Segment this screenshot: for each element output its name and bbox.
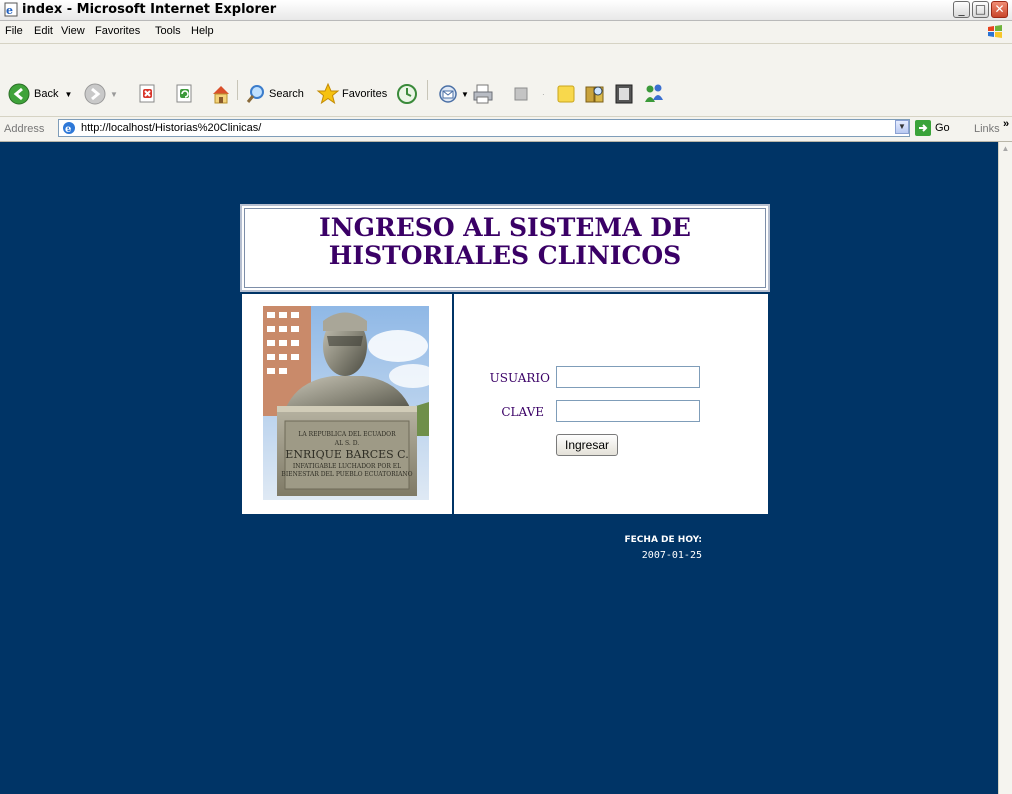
address-label: Address xyxy=(4,123,45,135)
minimize-button[interactable]: _ xyxy=(953,1,970,18)
toolbar xyxy=(0,44,1012,116)
photo-panel: LA REPUBLICA DEL ECUADOR AL S. D. ENRIQU… xyxy=(242,294,452,514)
home-icon xyxy=(213,86,229,104)
stop-icon xyxy=(139,84,155,103)
usuario-label: USUARIO xyxy=(489,371,550,385)
toolbar-overflow-icon[interactable]: » xyxy=(1003,118,1009,130)
login-panel: USUARIO CLAVE Ingresar xyxy=(454,294,768,514)
window-title: index - Microsoft Internet Explorer xyxy=(22,2,277,17)
forward-arrow-icon xyxy=(84,83,106,105)
menu-tools[interactable]: Tools xyxy=(155,25,181,37)
scroll-up-arrow-icon[interactable]: ▲ xyxy=(999,142,1012,156)
plaque-line3: ENRIQUE BARCES C. xyxy=(285,448,408,461)
vertical-scrollbar[interactable]: ▲ xyxy=(998,142,1012,794)
windows-logo-icon xyxy=(988,25,1002,38)
back-button[interactable]: Back ▼ xyxy=(8,83,72,105)
print-button[interactable] xyxy=(472,83,494,105)
refresh-icon xyxy=(176,84,192,103)
messenger-button[interactable] xyxy=(613,83,635,105)
research-icon xyxy=(585,86,604,103)
refresh-button[interactable] xyxy=(175,84,195,104)
back-dropdown-icon[interactable]: ▼ xyxy=(64,90,72,99)
page-title-line2: HISTORIALES CLINICOS xyxy=(328,241,682,270)
address-dropdown-button[interactable]: ▼ xyxy=(895,120,909,134)
toolbar-separator xyxy=(427,80,428,100)
media-icon xyxy=(615,84,633,104)
svg-text:e: e xyxy=(6,4,13,17)
menu-bar: File Edit View Favorites Tools Help xyxy=(0,21,1012,44)
plaque-line4: INFATIGABLE LUCHADOR POR EL xyxy=(293,463,401,470)
edit-icon xyxy=(514,87,528,101)
plaque-line2: AL S. D. xyxy=(334,440,360,447)
menu-help[interactable]: Help xyxy=(191,25,214,37)
history-icon xyxy=(397,84,417,104)
date-label: FECHA DE HOY: xyxy=(624,535,702,545)
msn-people-icon xyxy=(645,84,663,102)
go-arrow-icon xyxy=(915,120,931,136)
clave-input[interactable] xyxy=(556,400,700,422)
forward-button[interactable]: ▼ xyxy=(84,83,118,105)
history-button[interactable] xyxy=(396,83,418,105)
window-title-bar: e index - Microsoft Internet Explorer _ … xyxy=(0,0,1012,21)
research-button[interactable] xyxy=(584,83,606,105)
menu-favorites[interactable]: Favorites xyxy=(95,25,140,37)
maximize-button[interactable]: □ xyxy=(972,1,989,18)
msn-button[interactable] xyxy=(642,82,666,106)
favorites-button[interactable]: Favorites xyxy=(316,82,387,106)
address-input[interactable]: e http://localhost/Historias%20Clinicas/ xyxy=(58,119,910,137)
menu-edit[interactable]: Edit xyxy=(34,25,53,37)
page-title-line1: INGRESO AL SISTEMA DE xyxy=(319,213,691,242)
address-bar: Address e http://localhost/Historias%20C… xyxy=(0,116,1012,142)
date-value: 2007-01-25 xyxy=(641,550,702,561)
edit-dropdown-icon[interactable]: · xyxy=(542,90,545,99)
statue-photo: LA REPUBLICA DEL ECUADOR AL S. D. ENRIQU… xyxy=(263,306,429,500)
page-title: INGRESO AL SISTEMA DE HISTORIALES CLINIC… xyxy=(242,214,768,270)
clave-label: CLAVE xyxy=(501,405,544,419)
header-box: INGRESO AL SISTEMA DE HISTORIALES CLINIC… xyxy=(240,204,770,292)
links-button[interactable]: Links xyxy=(974,123,1000,135)
search-button[interactable]: Search xyxy=(246,84,304,104)
usuario-input[interactable] xyxy=(556,366,700,388)
page-viewport: INGRESO AL SISTEMA DE HISTORIALES CLINIC… xyxy=(0,142,998,794)
toolbar-separator xyxy=(237,80,238,100)
home-button[interactable] xyxy=(210,83,232,105)
back-arrow-icon xyxy=(8,83,30,105)
mail-button[interactable]: ▼ xyxy=(438,83,469,105)
folder-icon xyxy=(557,85,575,103)
plaque-line1: LA REPUBLICA DEL ECUADOR xyxy=(298,431,396,438)
edit-button[interactable]: · xyxy=(512,85,545,103)
mail-icon xyxy=(439,85,457,103)
plaque-line5: BIENESTAR DEL PUEBLO ECUATORIANO xyxy=(281,471,412,478)
mail-dropdown-icon[interactable]: ▼ xyxy=(461,90,469,99)
close-button[interactable]: ✕ xyxy=(991,1,1008,18)
forward-dropdown-icon[interactable]: ▼ xyxy=(110,90,118,99)
favorites-star-icon xyxy=(316,82,340,105)
ingresar-button[interactable]: Ingresar xyxy=(556,434,619,456)
ie-icon: e xyxy=(63,122,75,135)
address-url: http://localhost/Historias%20Clinicas/ xyxy=(81,122,262,134)
menu-file[interactable]: File xyxy=(5,25,23,37)
discuss-button[interactable] xyxy=(556,84,576,104)
search-icon xyxy=(246,85,264,103)
stop-button[interactable] xyxy=(138,84,158,104)
printer-icon xyxy=(473,84,493,104)
ie-page-icon: e xyxy=(4,2,18,17)
svg-text:e: e xyxy=(65,124,71,135)
go-button[interactable]: Go xyxy=(915,120,950,136)
menu-view[interactable]: View xyxy=(61,25,85,37)
